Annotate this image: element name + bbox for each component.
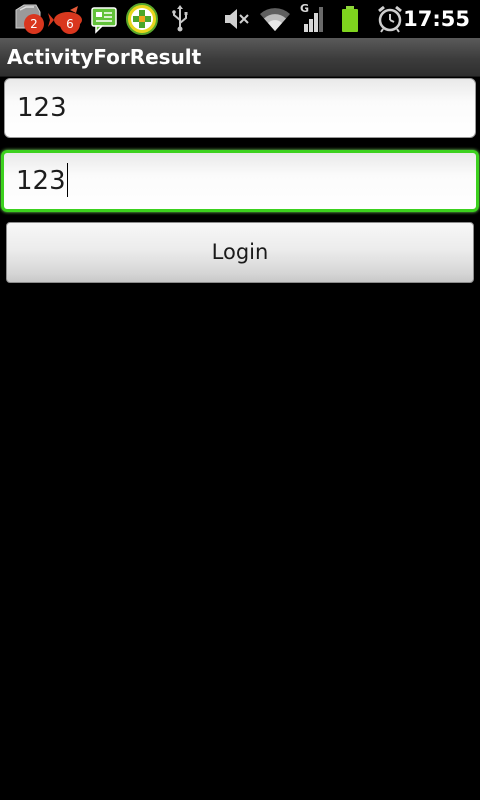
password-value-wrap: 123 <box>16 153 68 209</box>
security-plus-icon[interactable] <box>125 2 159 35</box>
notification-badge: 6 <box>60 14 80 34</box>
signal-icon: G <box>298 2 328 34</box>
username-value: 123 <box>17 93 67 123</box>
password-field[interactable]: 123 <box>1 150 479 212</box>
wifi-icon <box>258 4 292 34</box>
username-field[interactable]: 123 <box>4 78 476 138</box>
screen: 2 6 G 17:55 ActivityForResult 123 123 Lo… <box>0 0 480 800</box>
message-icon[interactable] <box>90 4 118 34</box>
login-button[interactable]: Login <box>6 222 474 283</box>
mute-icon <box>223 4 251 34</box>
network-type-label: G <box>300 2 310 15</box>
alarm-icon <box>376 4 404 34</box>
battery-icon <box>340 4 360 34</box>
notification-badge: 2 <box>24 14 44 34</box>
app-title: ActivityForResult <box>7 45 202 69</box>
password-value: 123 <box>16 166 66 196</box>
status-clock: 17:55 <box>403 7 470 31</box>
notification-app-icon[interactable]: 2 <box>12 4 48 34</box>
text-caret <box>66 162 68 197</box>
usb-icon[interactable] <box>170 4 190 34</box>
notification-fish-icon[interactable]: 6 <box>48 4 86 34</box>
status-bar: 2 6 G 17:55 <box>0 0 480 38</box>
title-bar: ActivityForResult <box>0 38 480 77</box>
